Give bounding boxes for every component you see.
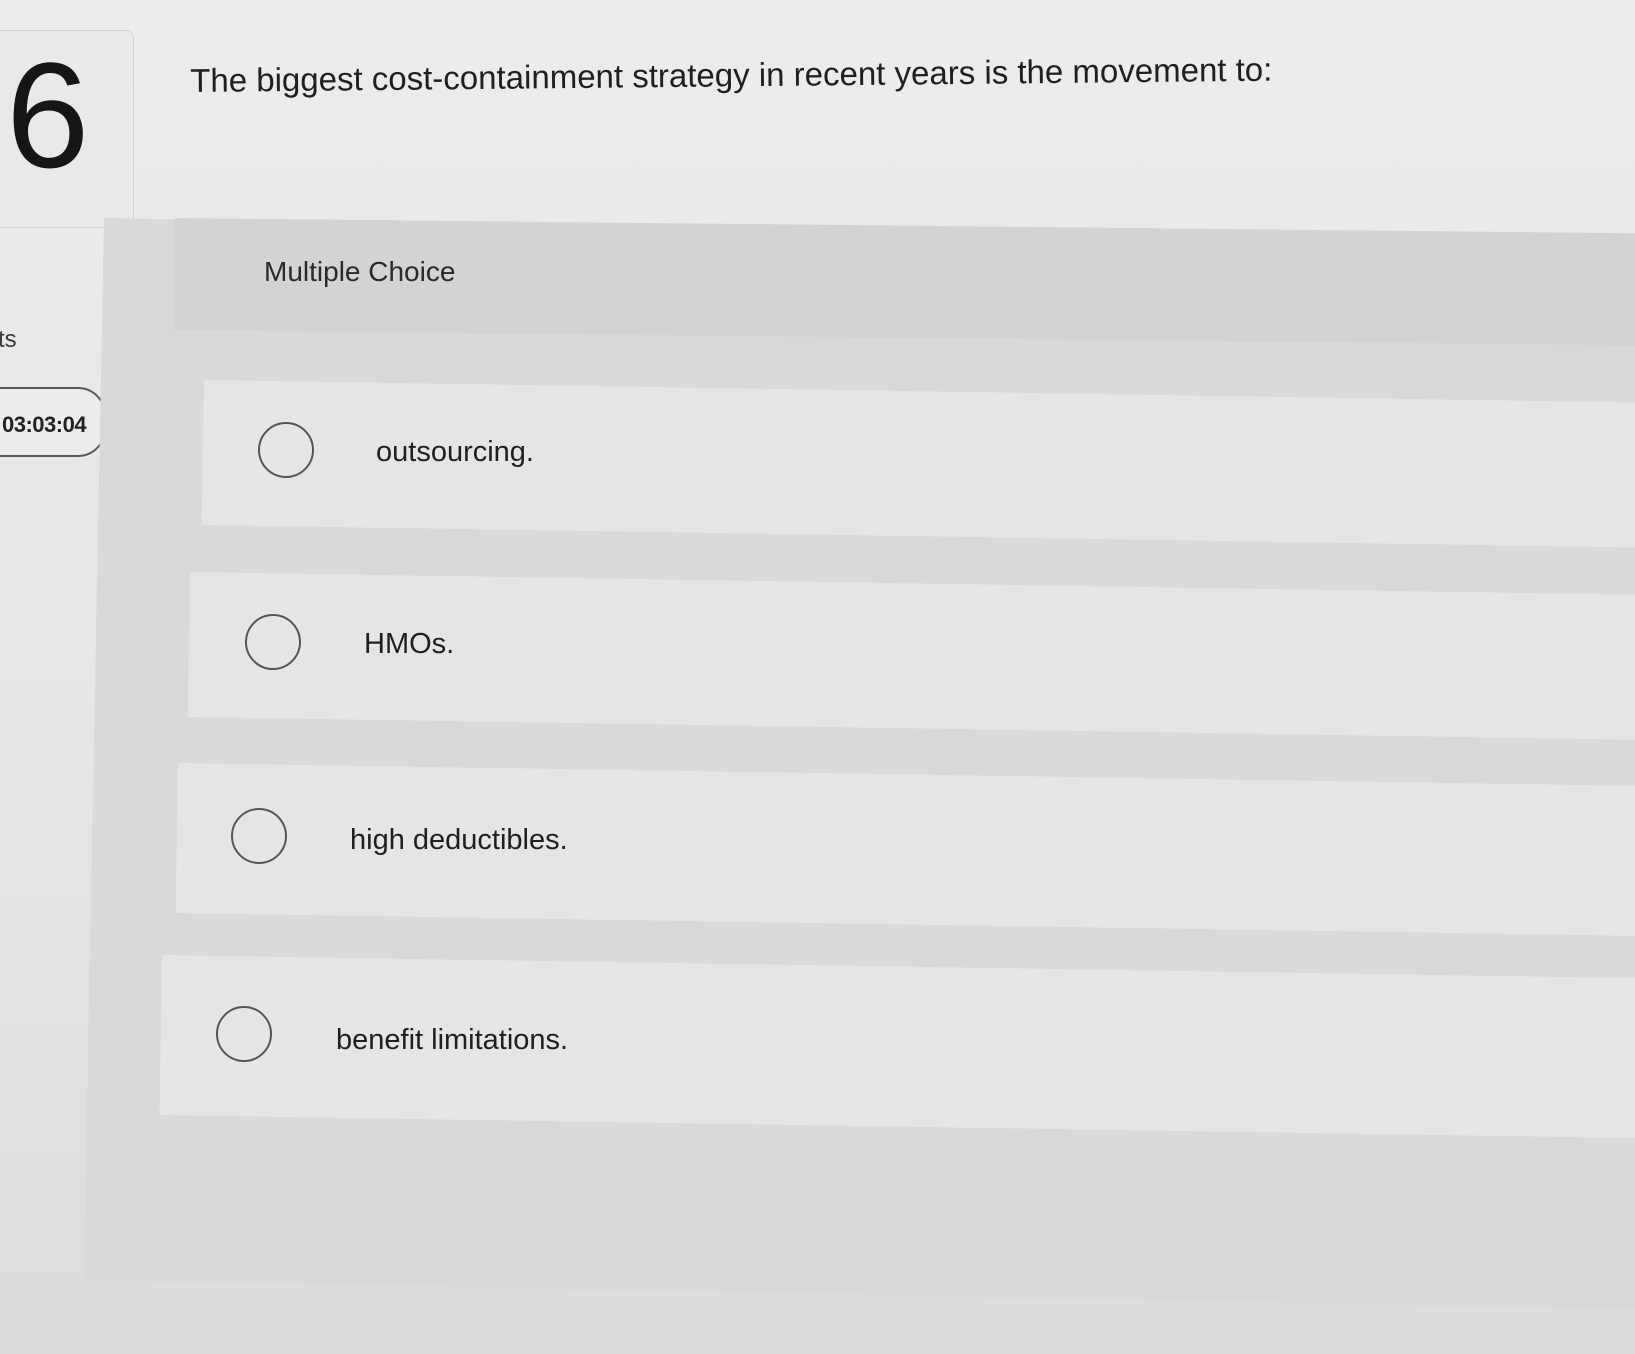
points-label: ts — [0, 326, 17, 353]
answer-option-4-label: benefit limitations. — [336, 1024, 569, 1056]
answer-option-2-label: HMOs. — [364, 628, 455, 660]
answer-option-3-label: high deductibles. — [350, 824, 568, 856]
radio-button-option-2[interactable] — [245, 614, 301, 670]
radio-button-option-4[interactable] — [216, 1006, 272, 1062]
question-type-label: Multiple Choice — [264, 256, 456, 287]
answer-option-1-label: outsourcing. — [376, 436, 534, 468]
question-number: 6 — [6, 31, 90, 199]
radio-button-option-1[interactable] — [258, 422, 314, 478]
radio-button-option-3[interactable] — [231, 808, 287, 864]
timer-value: 03:03:04 — [2, 412, 87, 437]
